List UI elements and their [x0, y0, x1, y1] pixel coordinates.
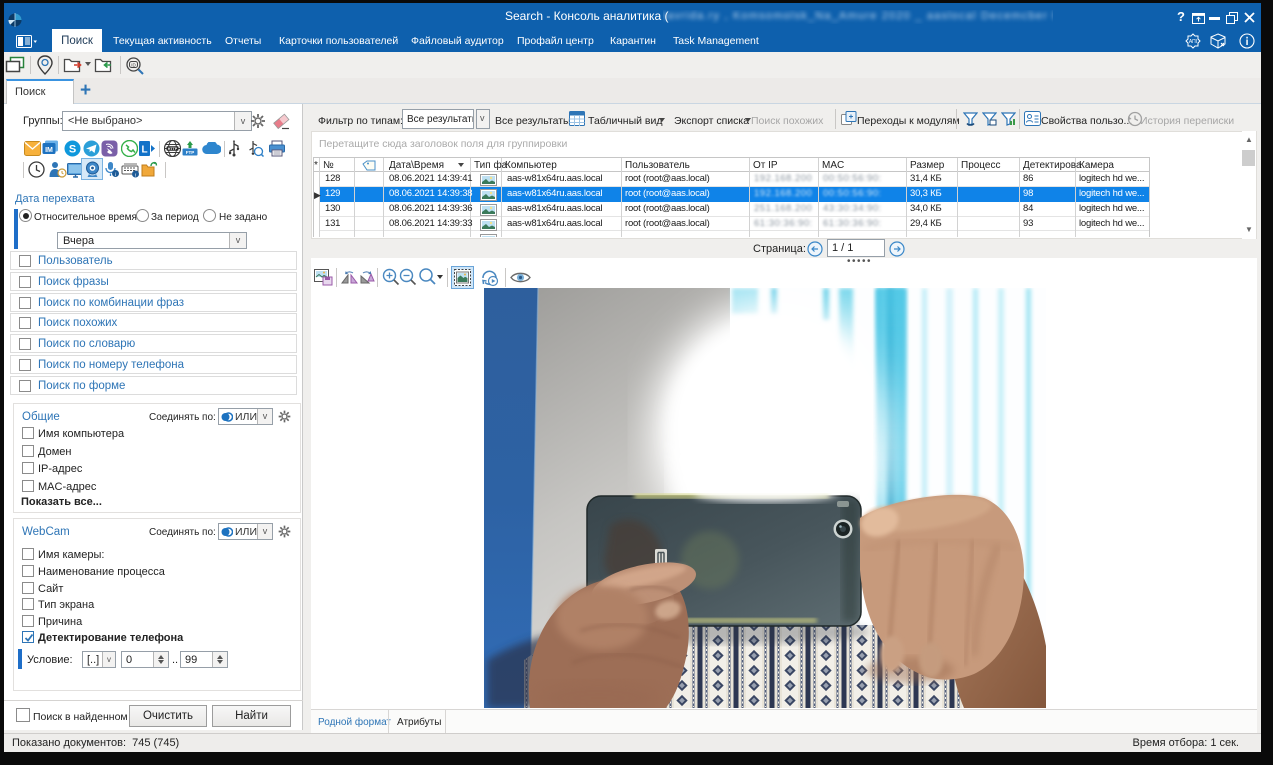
- svg-text:S: S: [69, 144, 76, 156]
- svg-text:FTP: FTP: [186, 150, 195, 155]
- svg-text:HTTP: HTTP: [168, 147, 178, 151]
- svg-text:L: L: [141, 145, 147, 156]
- svg-text:АПІ: АПІ: [1189, 39, 1197, 45]
- svg-text:ID: ID: [131, 62, 136, 67]
- svg-text:IM: IM: [45, 147, 53, 154]
